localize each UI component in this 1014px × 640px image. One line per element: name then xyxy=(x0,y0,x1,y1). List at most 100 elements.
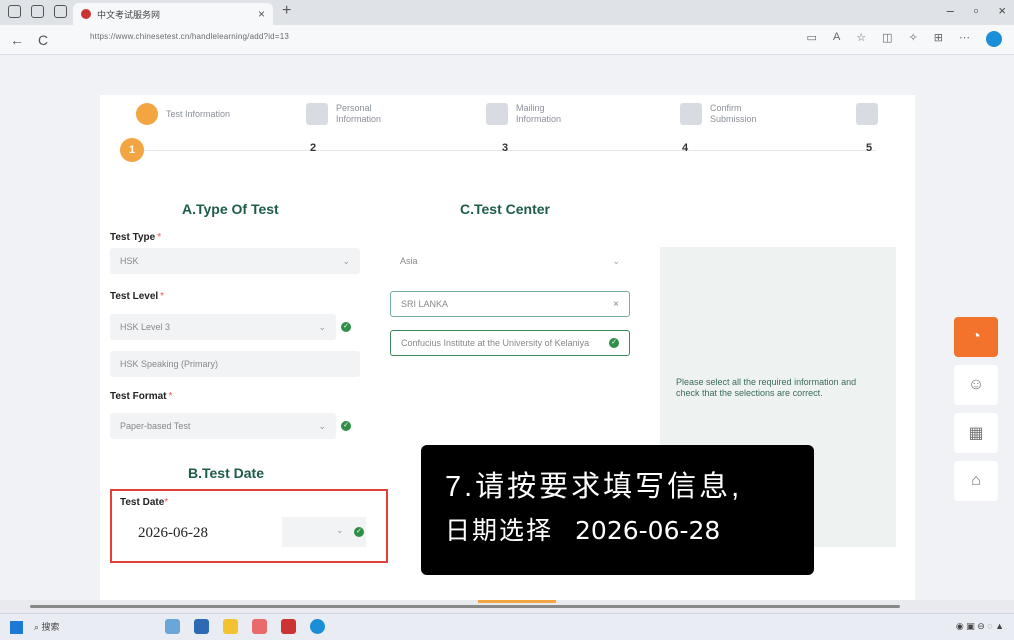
back-button[interactable]: ← xyxy=(10,32,24,48)
region-value: Asia xyxy=(400,256,418,266)
step-mailing-information: Mailing Information xyxy=(486,103,586,125)
test-center-select[interactable]: Confucius Institute at the University of… xyxy=(390,330,630,356)
profile-icon[interactable] xyxy=(8,5,21,18)
clear-icon[interactable]: × xyxy=(613,299,619,310)
widgets-icon[interactable] xyxy=(165,619,180,634)
qr-code-icon[interactable]: ▦ xyxy=(954,413,998,453)
more-menu-icon[interactable]: ⋯ xyxy=(959,31,970,47)
step-complete xyxy=(856,103,878,125)
split-screen-icon[interactable]: ◫ xyxy=(882,31,892,47)
test-level-select[interactable]: HSK Level 3 ⌄ xyxy=(110,314,336,340)
test-type-label: Test Type * xyxy=(110,232,162,243)
step-number-5: 5 xyxy=(866,142,873,154)
chevron-down-icon: ⌄ xyxy=(342,255,350,266)
nav-buttons: ← C xyxy=(10,32,48,48)
step-number-1: 1 xyxy=(120,138,144,162)
chevron-down-icon: ⌄ xyxy=(612,255,620,266)
customer-service-icon[interactable]: ◔ xyxy=(954,317,998,357)
check-icon: ✓ xyxy=(609,338,619,348)
test-type-value: HSK xyxy=(120,256,139,266)
section-b-title: B.Test Date xyxy=(188,465,264,481)
complete-icon xyxy=(856,103,878,125)
back-to-top-icon[interactable]: ⌂ xyxy=(954,461,998,501)
edge-icon[interactable] xyxy=(310,619,325,634)
step-number-2: 2 xyxy=(310,142,317,154)
check-icon: ✓ xyxy=(341,322,351,332)
tray-icons[interactable]: ◉ ▣ ⊖ ◌ ▲ xyxy=(956,621,1004,632)
scrollbar-thumb[interactable] xyxy=(30,605,900,608)
folder-icon[interactable] xyxy=(223,619,238,634)
confirm-submission-icon xyxy=(680,103,702,125)
test-level-value: HSK Level 3 xyxy=(120,322,171,332)
tab-actions-icon[interactable] xyxy=(54,5,67,18)
personal-information-icon xyxy=(306,103,328,125)
section-c-title: C.Test Center xyxy=(460,201,550,217)
mailing-information-icon xyxy=(486,103,508,125)
window-controls: – ▫ × xyxy=(947,3,1006,18)
step-personal-information: Personal Information xyxy=(306,103,406,125)
country-value: SRI LANKA xyxy=(401,299,449,309)
instruction-line-1: 7.请按要求填写信息, xyxy=(445,471,743,503)
test-level-sub-value: HSK Speaking (Primary) xyxy=(120,359,219,369)
close-window-button[interactable]: × xyxy=(998,3,1006,18)
feedback-icon[interactable]: ☺ xyxy=(954,365,998,405)
file-explorer-icon[interactable] xyxy=(194,619,209,634)
read-aloud-icon[interactable]: A xyxy=(833,31,840,47)
chevron-down-icon: ⌄ xyxy=(336,525,344,535)
country-select[interactable]: SRI LANKA × xyxy=(390,291,630,317)
test-level-label: Test Level * xyxy=(110,291,165,302)
test-date-value: 2026-06-28 xyxy=(138,525,208,541)
collections-icon[interactable] xyxy=(31,5,44,18)
step-confirm-submission: Confirm Submission xyxy=(680,103,780,125)
browser-toolbar: ▭ A ☆ ◫ ✧ ⊞ ⋯ xyxy=(807,31,1002,47)
taskbar-search[interactable]: ⌕ 搜索 xyxy=(34,620,60,633)
test-level-sub-select[interactable]: HSK Speaking (Primary) xyxy=(110,351,360,377)
minimize-button[interactable]: – xyxy=(947,3,954,18)
url-field[interactable]: https://www.chinesetest.cn/handlelearnin… xyxy=(90,32,289,41)
check-icon: ✓ xyxy=(354,527,364,537)
instruction-date: 2026-06-28 xyxy=(575,516,721,545)
test-format-label: Test Format * xyxy=(110,391,173,402)
extensions-icon[interactable]: ✧ xyxy=(909,31,918,47)
copilot-icon[interactable] xyxy=(986,31,1002,47)
maximize-button[interactable]: ▫ xyxy=(974,3,979,18)
favorite-star-icon[interactable]: ☆ xyxy=(856,31,866,47)
test-type-select[interactable]: HSK ⌄ xyxy=(110,248,360,274)
system-tray: ◉ ▣ ⊖ ◌ ▲ xyxy=(956,621,1004,632)
chevron-down-icon: ⌄ xyxy=(318,321,326,332)
test-format-value: Paper-based Test xyxy=(120,421,191,431)
collections-icon[interactable]: ⊞ xyxy=(934,31,943,47)
test-center-value: Confucius Institute at the University of… xyxy=(401,338,590,348)
step-label: Test Information xyxy=(166,108,231,119)
instruction-overlay: 7.请按要求填写信息, 日期选择 2026-06-28 xyxy=(421,445,814,575)
refresh-button[interactable]: C xyxy=(38,32,48,48)
start-icon[interactable] xyxy=(10,621,23,634)
step-label: Mailing Information xyxy=(516,103,562,124)
instruction-line-2: 日期选择 2026-06-28 xyxy=(445,516,721,545)
footer-accent-bar xyxy=(478,600,556,603)
chevron-down-icon: ⌄ xyxy=(318,420,326,431)
test-date-field-highlight: Test Date* 2026-06-28 ⌄ ✓ xyxy=(110,489,388,563)
region-select[interactable]: Asia ⌄ xyxy=(390,248,630,274)
tab-title: 中文考试服务网 xyxy=(97,9,161,20)
horizontal-scrollbar[interactable] xyxy=(0,600,1014,613)
step-label: Confirm Submission xyxy=(710,103,757,124)
tab-actions xyxy=(8,5,67,18)
site-favicon-icon xyxy=(81,9,91,19)
test-information-icon xyxy=(136,103,158,125)
step-test-information: Test Information xyxy=(136,103,236,125)
tab-close-icon[interactable]: × xyxy=(258,7,265,21)
reader-mode-icon[interactable]: ▭ xyxy=(807,31,817,47)
notice-text: Please select all the required informati… xyxy=(676,377,857,398)
browser-tab[interactable]: 中文考试服务网 × xyxy=(73,3,273,25)
step-number-4: 4 xyxy=(682,142,689,154)
test-date-label: Test Date* xyxy=(120,497,169,508)
test-format-select[interactable]: Paper-based Test ⌄ xyxy=(110,413,336,439)
section-a-title: A.Type Of Test xyxy=(182,201,279,217)
address-bar: ← C https://www.chinesetest.cn/handlelea… xyxy=(0,25,1014,55)
os-taskbar: ⌕ 搜索 ◉ ▣ ⊖ ◌ ▲ xyxy=(0,613,1014,640)
new-tab-button[interactable]: + xyxy=(282,2,291,20)
wps-icon[interactable] xyxy=(281,619,296,634)
floating-toolbar: ◔ ☺ ▦ ⌂ xyxy=(954,317,1014,509)
store-icon[interactable] xyxy=(252,619,267,634)
